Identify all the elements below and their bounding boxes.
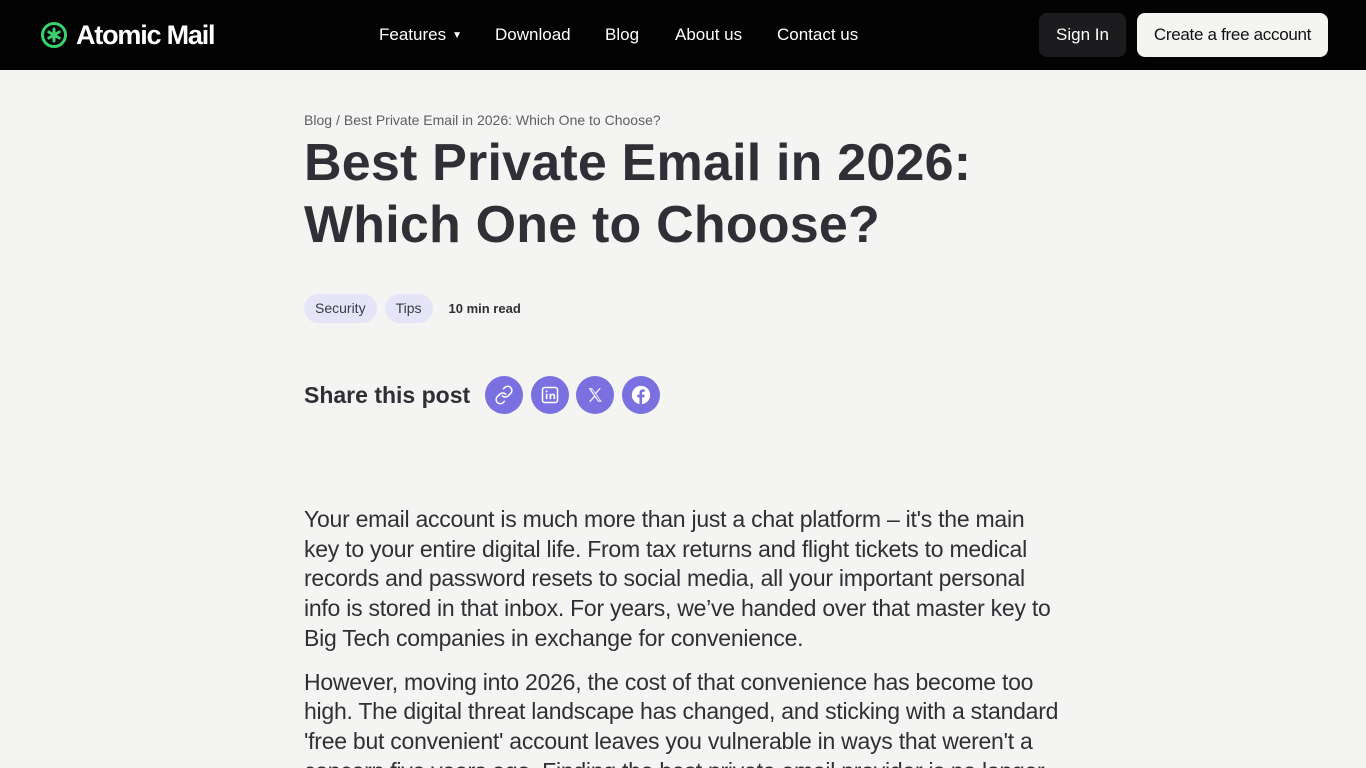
article-meta: Security Tips 10 min read <box>304 294 521 323</box>
caret-down-icon: ▼ <box>452 30 462 41</box>
breadcrumb: Blog / Best Private Email in 2026: Which O… <box>304 112 661 128</box>
nav-about-us[interactable]: About us <box>675 24 742 46</box>
nav-features-dropdown[interactable]: Features ▼ <box>379 24 462 47</box>
sign-in-button[interactable]: Sign In <box>1039 13 1126 57</box>
nav-features-label: Features <box>379 25 447 44</box>
x-icon <box>588 388 602 402</box>
read-time: 10 min read <box>448 301 521 316</box>
share-label: Share this post <box>304 381 471 408</box>
tag-tips[interactable]: Tips <box>384 294 433 323</box>
create-account-button[interactable]: Create a free account <box>1137 13 1328 57</box>
tag-security[interactable]: Security <box>304 294 377 323</box>
top-navigation-bar: Atomic Mail Features ▼ Download Blog Abou… <box>0 0 1366 70</box>
nav-blog[interactable]: Blog <box>605 24 639 46</box>
share-section: Share this post <box>304 376 667 414</box>
breadcrumb-separator: / <box>336 112 340 128</box>
share-copy-link-button[interactable] <box>485 376 524 414</box>
link-icon <box>495 385 513 405</box>
article-body: Your email account is much more than jus… <box>304 505 1064 768</box>
share-linkedin-button[interactable] <box>530 376 569 414</box>
share-facebook-button[interactable] <box>621 376 660 414</box>
linkedin-icon <box>541 386 558 404</box>
article-paragraph: Your email account is much more than jus… <box>304 506 1051 651</box>
brand-name: Atomic Mail <box>76 20 216 50</box>
share-x-button[interactable] <box>576 376 615 414</box>
atomic-mail-logo-icon <box>41 22 67 48</box>
breadcrumb-current: Best Private Email in 2026: Which One to… <box>343 112 661 128</box>
brand-logo-link[interactable]: Atomic Mail <box>40 20 216 50</box>
nav-contact-us[interactable]: Contact us <box>777 24 858 46</box>
nav-download[interactable]: Download <box>495 24 571 46</box>
article-paragraph: However, moving into 2026, the cost of t… <box>304 668 1059 768</box>
breadcrumb-blog-link[interactable]: Blog <box>304 112 332 128</box>
facebook-icon <box>631 385 650 405</box>
article-title: Best Private Email in 2026: Which One to… <box>304 134 972 254</box>
